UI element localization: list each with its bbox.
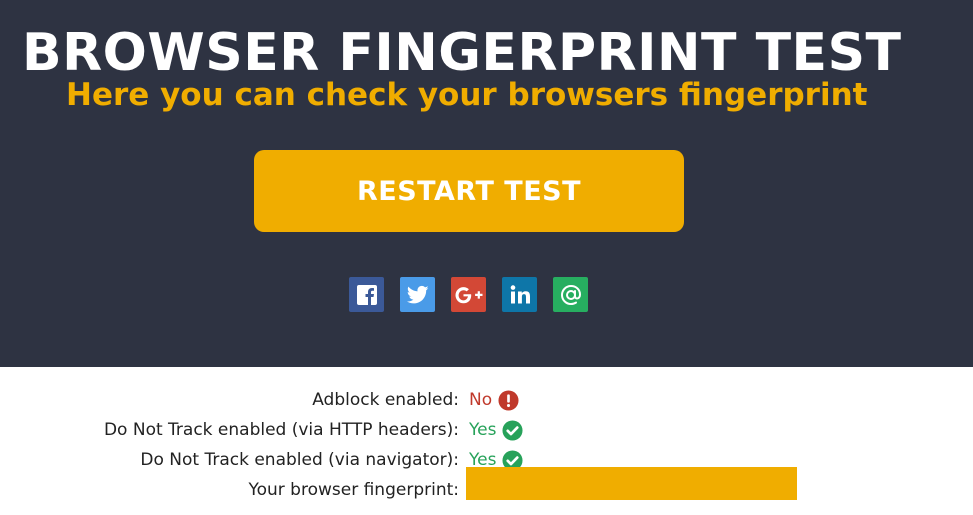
twitter-icon <box>406 285 429 303</box>
twitter-share-button[interactable] <box>400 277 435 312</box>
facebook-icon <box>356 284 377 305</box>
result-label: Adblock enabled: <box>312 390 459 410</box>
page-subtitle: Here you can check your browsers fingerp… <box>66 77 868 113</box>
result-value-dnt-http: Yes <box>469 415 523 445</box>
result-row-adblock: Adblock enabled: No <box>0 385 973 415</box>
result-row-dnt-http: Do Not Track enabled (via HTTP headers):… <box>0 415 973 445</box>
exclamation-circle-icon <box>498 389 519 411</box>
email-share-button[interactable] <box>553 277 588 312</box>
share-bar <box>349 277 588 312</box>
check-circle-icon <box>502 419 523 441</box>
fingerprint-value-box <box>466 467 797 500</box>
result-value-adblock: No <box>469 385 519 415</box>
result-value-text: No <box>469 390 493 410</box>
facebook-share-button[interactable] <box>349 277 384 312</box>
at-sign-icon <box>560 284 581 305</box>
result-label: Your browser fingerprint: <box>248 480 459 500</box>
hero-section: BROWSER FINGERPRINT TEST Here you can ch… <box>0 0 973 367</box>
linkedin-share-button[interactable] <box>502 277 537 312</box>
linkedin-icon <box>510 284 530 303</box>
google-plus-icon <box>455 286 482 303</box>
result-value-text: Yes <box>469 420 497 440</box>
result-label: Do Not Track enabled (via navigator): <box>140 450 459 470</box>
result-label: Do Not Track enabled (via HTTP headers): <box>103 420 459 440</box>
result-row-fingerprint: Your browser fingerprint: <box>0 467 973 505</box>
restart-test-button[interactable]: RESTART TEST <box>254 150 684 232</box>
google-plus-share-button[interactable] <box>451 277 486 312</box>
results-list: Adblock enabled: No Do Not Track enabled… <box>0 385 973 505</box>
